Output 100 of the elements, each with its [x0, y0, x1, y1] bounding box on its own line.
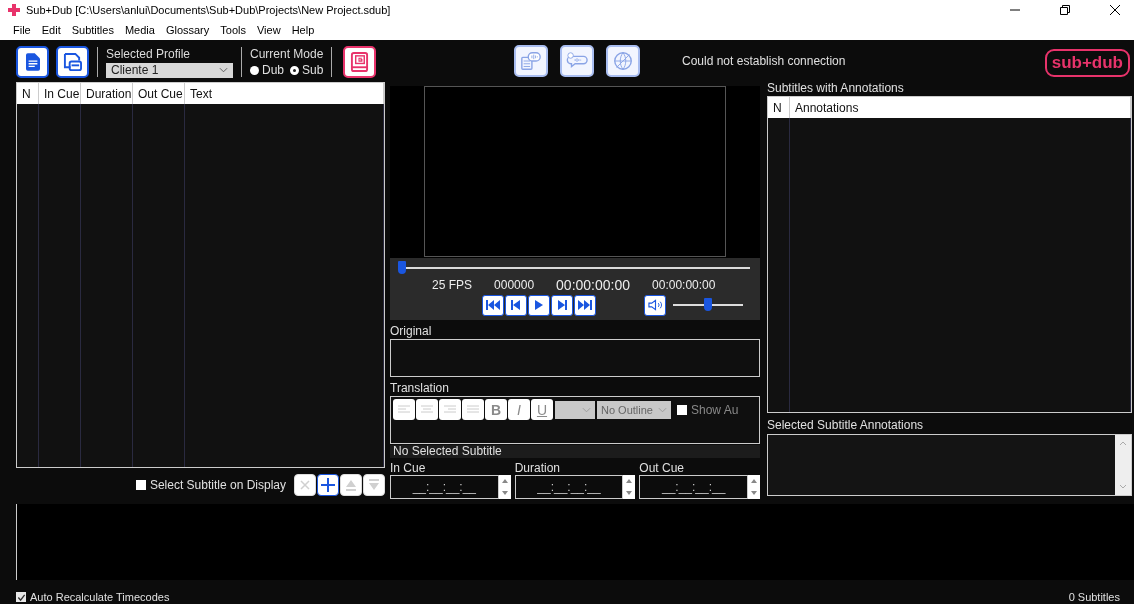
close-icon[interactable]	[1110, 5, 1120, 15]
radio-label: Sub	[302, 63, 324, 77]
menu-item[interactable]: Media	[124, 24, 155, 36]
new-file-button[interactable]	[16, 46, 49, 78]
translation-text-box[interactable]: B I U No Outline Show Au	[390, 396, 760, 444]
menu-item[interactable]: Edit	[41, 24, 61, 36]
panel-title: Subtitles with Annotations	[767, 82, 905, 95]
column-header[interactable]: N	[17, 83, 39, 104]
chevron-down-icon	[219, 67, 228, 73]
underline-button[interactable]: U	[531, 399, 553, 420]
arrow-down-icon	[368, 479, 380, 491]
volume-button[interactable]	[644, 294, 666, 316]
timecode-field[interactable]: __:__:__:__	[514, 475, 624, 499]
book-icon	[350, 51, 370, 73]
checkbox[interactable]	[16, 592, 26, 602]
logo: sub+dub	[1044, 49, 1130, 77]
timecode-field[interactable]: __:__:__:__	[639, 475, 748, 499]
checkbox-label: Show Au	[691, 402, 739, 417]
translate-button[interactable]	[606, 45, 640, 77]
align-left-icon	[398, 404, 410, 415]
column-header[interactable]: Duration	[81, 83, 133, 104]
arrow-down-icon	[501, 491, 508, 495]
checkbox-label: Select Subtitle on Display	[149, 478, 286, 492]
skip-start-button[interactable]	[482, 294, 504, 316]
speaker-icon	[647, 299, 663, 311]
panel-title: Selected Subtitle Annotations	[767, 419, 925, 432]
play-button[interactable]	[528, 294, 550, 316]
menu-item[interactable]: View	[256, 24, 281, 36]
checkbox[interactable]	[677, 404, 687, 415]
justify-icon	[467, 404, 479, 415]
volume-slider[interactable]	[673, 297, 743, 313]
selection-status: No Selected Subtitle	[390, 445, 760, 458]
chevron-up-icon	[1119, 441, 1127, 446]
slider-thumb[interactable]	[704, 298, 712, 311]
slider-thumb[interactable]	[398, 261, 406, 274]
checkbox-label: Auto Recalculate Timecodes	[30, 591, 170, 603]
floppy-disk-icon	[63, 52, 82, 72]
step-back-icon	[511, 300, 521, 310]
column-header[interactable]: Text	[185, 83, 384, 104]
save-button[interactable]	[56, 46, 89, 78]
menu-item[interactable]: Subtitles	[71, 24, 114, 36]
globe-icon	[612, 50, 634, 72]
field-label: Original	[390, 324, 433, 338]
font-size-dropdown[interactable]	[555, 400, 595, 419]
duration-timecode: 00:00:00:00	[652, 278, 716, 292]
menu-item[interactable]: Help	[291, 24, 315, 36]
original-text-box[interactable]	[390, 339, 760, 377]
scrollbar[interactable]	[1115, 435, 1131, 495]
previous-frame-button[interactable]	[505, 294, 527, 316]
arrow-down-icon	[751, 491, 757, 495]
skip-forward-icon	[578, 300, 592, 310]
close-icon	[300, 480, 310, 490]
document-icon	[25, 53, 40, 71]
document-speech-icon	[520, 50, 542, 72]
outline-dropdown[interactable]: No Outline	[597, 400, 671, 419]
radio-button[interactable]	[290, 65, 299, 75]
speech-button[interactable]	[560, 45, 594, 77]
field-label: In Cue	[390, 461, 427, 475]
annotations-text-area[interactable]	[767, 434, 1132, 496]
italic-button[interactable]: I	[508, 399, 530, 420]
column-header[interactable]: In Cue	[39, 83, 81, 104]
column-header[interactable]: N	[768, 97, 790, 118]
transcribe-button[interactable]	[514, 45, 548, 77]
profile-dropdown[interactable]: Cliente 1	[106, 62, 233, 78]
add-button[interactable]	[317, 474, 339, 496]
radio-button[interactable]	[250, 65, 259, 75]
timecode-field[interactable]: __:__:__:__	[390, 475, 499, 499]
menu-item[interactable]: Tools	[220, 24, 246, 36]
arrow-down-icon	[626, 491, 633, 495]
window-title: Sub+Dub [C:\Users\anlui\Documents\Sub+Dub\Projects\New Project.sdub]	[26, 4, 391, 16]
spin-buttons[interactable]	[623, 475, 636, 499]
skip-back-icon	[486, 300, 500, 310]
next-frame-button[interactable]	[551, 294, 573, 316]
arrow-up-icon	[751, 479, 757, 483]
timecode: 00:00:00:00	[556, 277, 631, 293]
play-icon	[534, 300, 544, 310]
chevron-down-icon	[1119, 484, 1127, 489]
align-center-icon	[421, 404, 433, 415]
connection-status: Could not establish connection	[682, 54, 846, 68]
restore-icon[interactable]	[1060, 5, 1070, 15]
arrow-up-icon	[626, 479, 633, 483]
column-header[interactable]: Out Cue	[133, 83, 185, 104]
menu-item[interactable]: File	[13, 24, 31, 36]
skip-end-button[interactable]	[574, 294, 596, 316]
profile-label: Selected Profile	[106, 46, 192, 61]
plus-icon	[321, 478, 335, 492]
fps-label: 25 FPS	[432, 278, 473, 292]
arrow-up-icon	[501, 479, 508, 483]
field-label: Out Cue	[639, 461, 686, 475]
radio-label: Dub	[262, 63, 284, 77]
glossary-button[interactable]	[343, 46, 377, 78]
app-icon	[8, 4, 20, 16]
frame-counter: 000000	[494, 278, 535, 292]
checkbox[interactable]	[135, 480, 146, 490]
mode-label: Current Mode	[250, 47, 324, 61]
step-forward-icon	[557, 300, 567, 310]
chevron-down-icon	[658, 406, 667, 413]
subtitle-count: 0 Subtitles	[1068, 591, 1120, 603]
column-header[interactable]: Annotations	[790, 97, 1131, 118]
menu-item[interactable]: Glossary	[165, 24, 210, 36]
